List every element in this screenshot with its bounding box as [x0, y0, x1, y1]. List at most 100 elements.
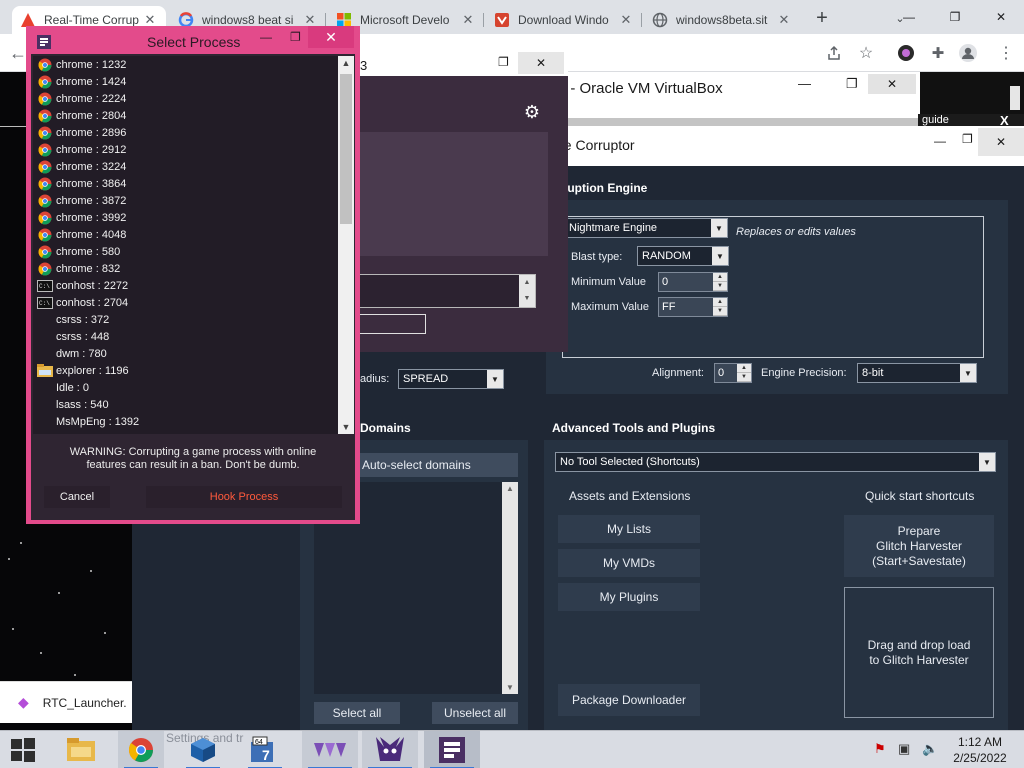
chevron-up-icon[interactable]: ▲ ▼	[519, 275, 535, 307]
blast-type-select[interactable]: RANDOM ▼	[637, 246, 729, 266]
minimize-icon[interactable]: —	[798, 76, 811, 91]
process-item[interactable]: chrome : 2896	[37, 124, 126, 141]
process-item[interactable]: explorer : 1196	[37, 362, 129, 379]
process-item[interactable]: chrome : 3224	[37, 158, 126, 175]
close-icon[interactable]: ✕	[518, 52, 564, 74]
scrollbar-thumb[interactable]	[340, 74, 352, 224]
process-item[interactable]: lsass : 540	[37, 396, 109, 413]
windows7-vm-taskbar-button[interactable]: 64 7	[242, 731, 288, 768]
process-item[interactable]: MsMpEng : 1392	[37, 413, 139, 430]
max-value-stepper[interactable]: ▲ ▼	[713, 298, 727, 316]
process-item[interactable]: chrome : 4048	[37, 226, 126, 243]
process-list[interactable]: chrome : 1232 chrome : 1424 chrome : 2224 c…	[33, 56, 338, 434]
min-value-input[interactable]: 0 ▲ ▼	[658, 272, 728, 292]
minimize-icon[interactable]: —	[934, 134, 946, 148]
process-item[interactable]: chrome : 1232	[37, 56, 126, 73]
process-item[interactable]: dwm : 780	[37, 345, 107, 362]
action-center-flag-icon[interactable]: ⚑	[874, 741, 886, 757]
clock[interactable]: 1:12 AM 2/25/2022	[946, 734, 1014, 766]
chrome-taskbar-button[interactable]	[118, 731, 164, 768]
virtualbox-taskbar-button[interactable]	[180, 731, 226, 768]
process-item[interactable]: csrss : 448	[37, 328, 109, 345]
share-icon[interactable]	[824, 43, 844, 63]
alignment-stepper[interactable]: ▲ ▼	[737, 364, 751, 382]
process-item[interactable]: chrome : 2224	[37, 90, 126, 107]
start-button[interactable]	[0, 731, 46, 768]
process-item[interactable]: Idle : 0	[37, 379, 89, 396]
tool-select[interactable]: No Tool Selected (Shortcuts) ▼	[555, 452, 996, 472]
close-icon[interactable]: ✕	[868, 74, 916, 94]
my-vmds-button[interactable]: My VMDs	[558, 549, 700, 577]
unselect-all-button[interactable]: Unselect all	[432, 702, 518, 724]
restore-icon[interactable]: ❐	[962, 132, 973, 146]
process-item[interactable]: C:\ conhost : 2704	[37, 294, 128, 311]
chrome-icon	[37, 126, 53, 140]
file-explorer-taskbar-button[interactable]	[58, 731, 104, 768]
rtc-taskbar-button[interactable]	[302, 731, 358, 768]
process-item[interactable]: chrome : 3872	[37, 192, 126, 209]
drag-drop-zone[interactable]: Drag and drop load to Glitch Harvester	[844, 587, 994, 718]
hook-process-button[interactable]: Hook Process	[146, 486, 342, 508]
chevron-up-icon[interactable]: ▲	[502, 484, 518, 493]
max-value-input[interactable]: FF ▲ ▼	[658, 297, 728, 317]
process-label: chrome : 1232	[56, 58, 127, 71]
rtc-launcher-item[interactable]: ◆ RTC_Launcher.	[0, 681, 132, 723]
extension-avatar-icon[interactable]	[896, 43, 916, 63]
restore-icon[interactable]: ❐	[846, 76, 858, 92]
chevron-down-icon[interactable]: ▼	[338, 422, 354, 432]
close-icon[interactable]: ✕	[618, 12, 634, 28]
close-icon[interactable]: ✕	[978, 128, 1024, 156]
tab-windows8beta-site[interactable]: windows8beta.sit ✕	[644, 6, 800, 34]
my-plugins-button[interactable]: My Plugins	[558, 583, 700, 611]
process-item[interactable]: csrss : 372	[37, 311, 109, 328]
minimize-icon[interactable]: —	[260, 30, 272, 44]
process-item[interactable]: chrome : 3992	[37, 209, 126, 226]
restore-icon[interactable]: ❐	[932, 0, 978, 34]
network-icon[interactable]: ▣	[898, 741, 910, 757]
package-downloader-button[interactable]: Package Downloader	[558, 684, 700, 716]
close-icon[interactable]: ✕	[978, 0, 1024, 34]
restore-icon[interactable]: ❐	[290, 30, 301, 44]
tab-title: windows8beta.sit	[676, 13, 768, 27]
process-item[interactable]: C:\ conhost : 2272	[37, 277, 128, 294]
close-icon[interactable]: ✕	[460, 12, 476, 28]
gear-icon[interactable]: ⚙	[520, 100, 544, 124]
kebab-menu-icon[interactable]: ⋮	[996, 43, 1016, 63]
process-item[interactable]: chrome : 2804	[37, 107, 126, 124]
my-lists-button[interactable]: My Lists	[558, 515, 700, 543]
folder-icon	[37, 364, 53, 378]
volume-muted-icon[interactable]: 🔈	[922, 741, 938, 757]
chevron-down-icon[interactable]: ▼	[502, 683, 518, 692]
min-value-stepper[interactable]: ▲ ▼	[713, 273, 727, 291]
chevron-up-icon[interactable]: ▲	[338, 58, 354, 68]
back-arrow-icon[interactable]: ←	[8, 43, 28, 63]
cancel-button[interactable]: Cancel	[44, 486, 110, 508]
engine-select[interactable]: Nightmare Engine ▼	[564, 218, 728, 238]
rtc-small-textbox[interactable]: ▲ ▼	[358, 274, 536, 308]
restore-icon[interactable]: ❐	[498, 55, 509, 69]
process-item[interactable]: chrome : 1424	[37, 73, 126, 90]
rtc-small-input[interactable]	[358, 314, 426, 334]
domains-scrollbar[interactable]: ▲ ▼	[502, 482, 518, 694]
select-process-taskbar-button[interactable]	[424, 731, 480, 768]
close-icon[interactable]: ✕	[776, 12, 792, 28]
new-tab-button[interactable]: +	[810, 6, 834, 30]
process-list-scrollbar[interactable]: ▲ ▼	[338, 56, 354, 434]
prepare-glitch-harvester-button[interactable]: Prepare Glitch Harvester (Start+Savestat…	[844, 515, 994, 577]
tool-select-value: No Tool Selected (Shortcuts)	[560, 456, 700, 468]
process-item[interactable]: chrome : 832	[37, 260, 120, 277]
puzzle-extensions-icon[interactable]: ✚	[928, 43, 948, 63]
rtc-launcher-taskbar-button[interactable]	[362, 731, 418, 768]
alignment-input[interactable]: 0 ▲ ▼	[714, 363, 752, 383]
precision-select[interactable]: 8-bit ▼	[857, 363, 977, 383]
bookmark-star-icon[interactable]: ☆	[856, 43, 876, 63]
select-all-button[interactable]: Select all	[314, 702, 400, 724]
process-item[interactable]: chrome : 3864	[37, 175, 126, 192]
minimize-icon[interactable]: —	[886, 0, 932, 34]
radius-select[interactable]: SPREAD ▼	[398, 369, 504, 389]
process-item[interactable]: chrome : 2912	[37, 141, 126, 158]
profile-icon[interactable]	[958, 43, 978, 63]
close-icon[interactable]: ✕	[308, 26, 354, 48]
process-item[interactable]: chrome : 580	[37, 243, 120, 260]
tab-download-windows[interactable]: Download Windo ✕	[486, 6, 642, 34]
